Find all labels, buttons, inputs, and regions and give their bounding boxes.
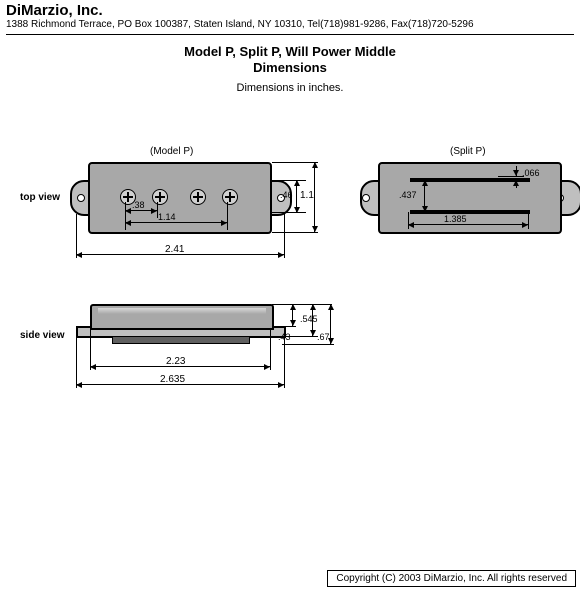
dim-line — [314, 162, 315, 232]
ext-line — [498, 176, 524, 177]
page-subtitle: Dimensions in inches. — [0, 82, 580, 94]
pole-screw-icon — [152, 189, 168, 205]
ext-line — [272, 326, 296, 327]
dim-body-width: 2.41 — [165, 244, 184, 255]
ext-line — [284, 338, 285, 388]
ext-line — [272, 212, 306, 213]
dim-cover-height: .545 — [300, 314, 318, 324]
label-side-view: side view — [20, 330, 64, 341]
dim-screw-spacing-large: 1.14 — [158, 212, 176, 222]
ext-line — [528, 212, 529, 229]
dim-line — [125, 210, 157, 211]
splitp-blade-icon — [410, 210, 530, 214]
pole-screw-icon — [190, 189, 206, 205]
dim-body-outer-h: 1.1 — [300, 190, 314, 201]
dim-bar-thickness: .066 — [522, 168, 540, 178]
dim-overall-length: 2.635 — [160, 374, 185, 385]
dim-body-length: 2.23 — [166, 356, 185, 367]
ext-line — [272, 232, 318, 233]
arrow-down-icon — [513, 170, 519, 176]
ext-line — [76, 338, 77, 388]
ext-line — [498, 180, 524, 181]
company-address: 1388 Richmond Terrace, PO Box 100387, St… — [6, 19, 474, 30]
dim-line — [296, 180, 297, 213]
page-title: Model P, Split P, Will Power Middle Dime… — [0, 44, 580, 76]
dim-total-height: .67 — [317, 332, 330, 342]
ext-line — [272, 180, 306, 181]
label-split-p: (Split P) — [450, 146, 486, 157]
dim-line — [292, 304, 293, 326]
dim-body-inner-h: .46 — [280, 190, 293, 200]
dim-bar-spacing: .437 — [399, 190, 417, 200]
arrow-up-icon — [513, 180, 519, 186]
label-model-p: (Model P) — [150, 146, 193, 157]
sideview-underbar — [112, 336, 250, 344]
ext-line — [282, 344, 334, 345]
company-name: DiMarzio, Inc. — [6, 2, 474, 19]
hole-icon — [362, 194, 370, 202]
dim-line — [408, 224, 528, 225]
ext-line — [272, 304, 332, 305]
header-rule — [6, 34, 574, 35]
label-top-view: top view — [20, 192, 60, 203]
dim-line — [330, 304, 331, 344]
dim-line — [424, 180, 425, 212]
modelp-body-top — [88, 162, 272, 234]
sideview-body — [90, 304, 274, 330]
ext-line — [270, 330, 271, 370]
dim-line — [125, 222, 227, 223]
dim-screw-spacing-small: .38 — [132, 200, 145, 210]
ext-line — [227, 202, 228, 230]
dim-bar-length: 1.385 — [444, 214, 467, 224]
ext-line — [284, 214, 285, 258]
hole-icon — [77, 194, 85, 202]
pole-screw-icon — [222, 189, 238, 205]
copyright-footer: Copyright (C) 2003 DiMarzio, Inc. All ri… — [327, 570, 576, 587]
